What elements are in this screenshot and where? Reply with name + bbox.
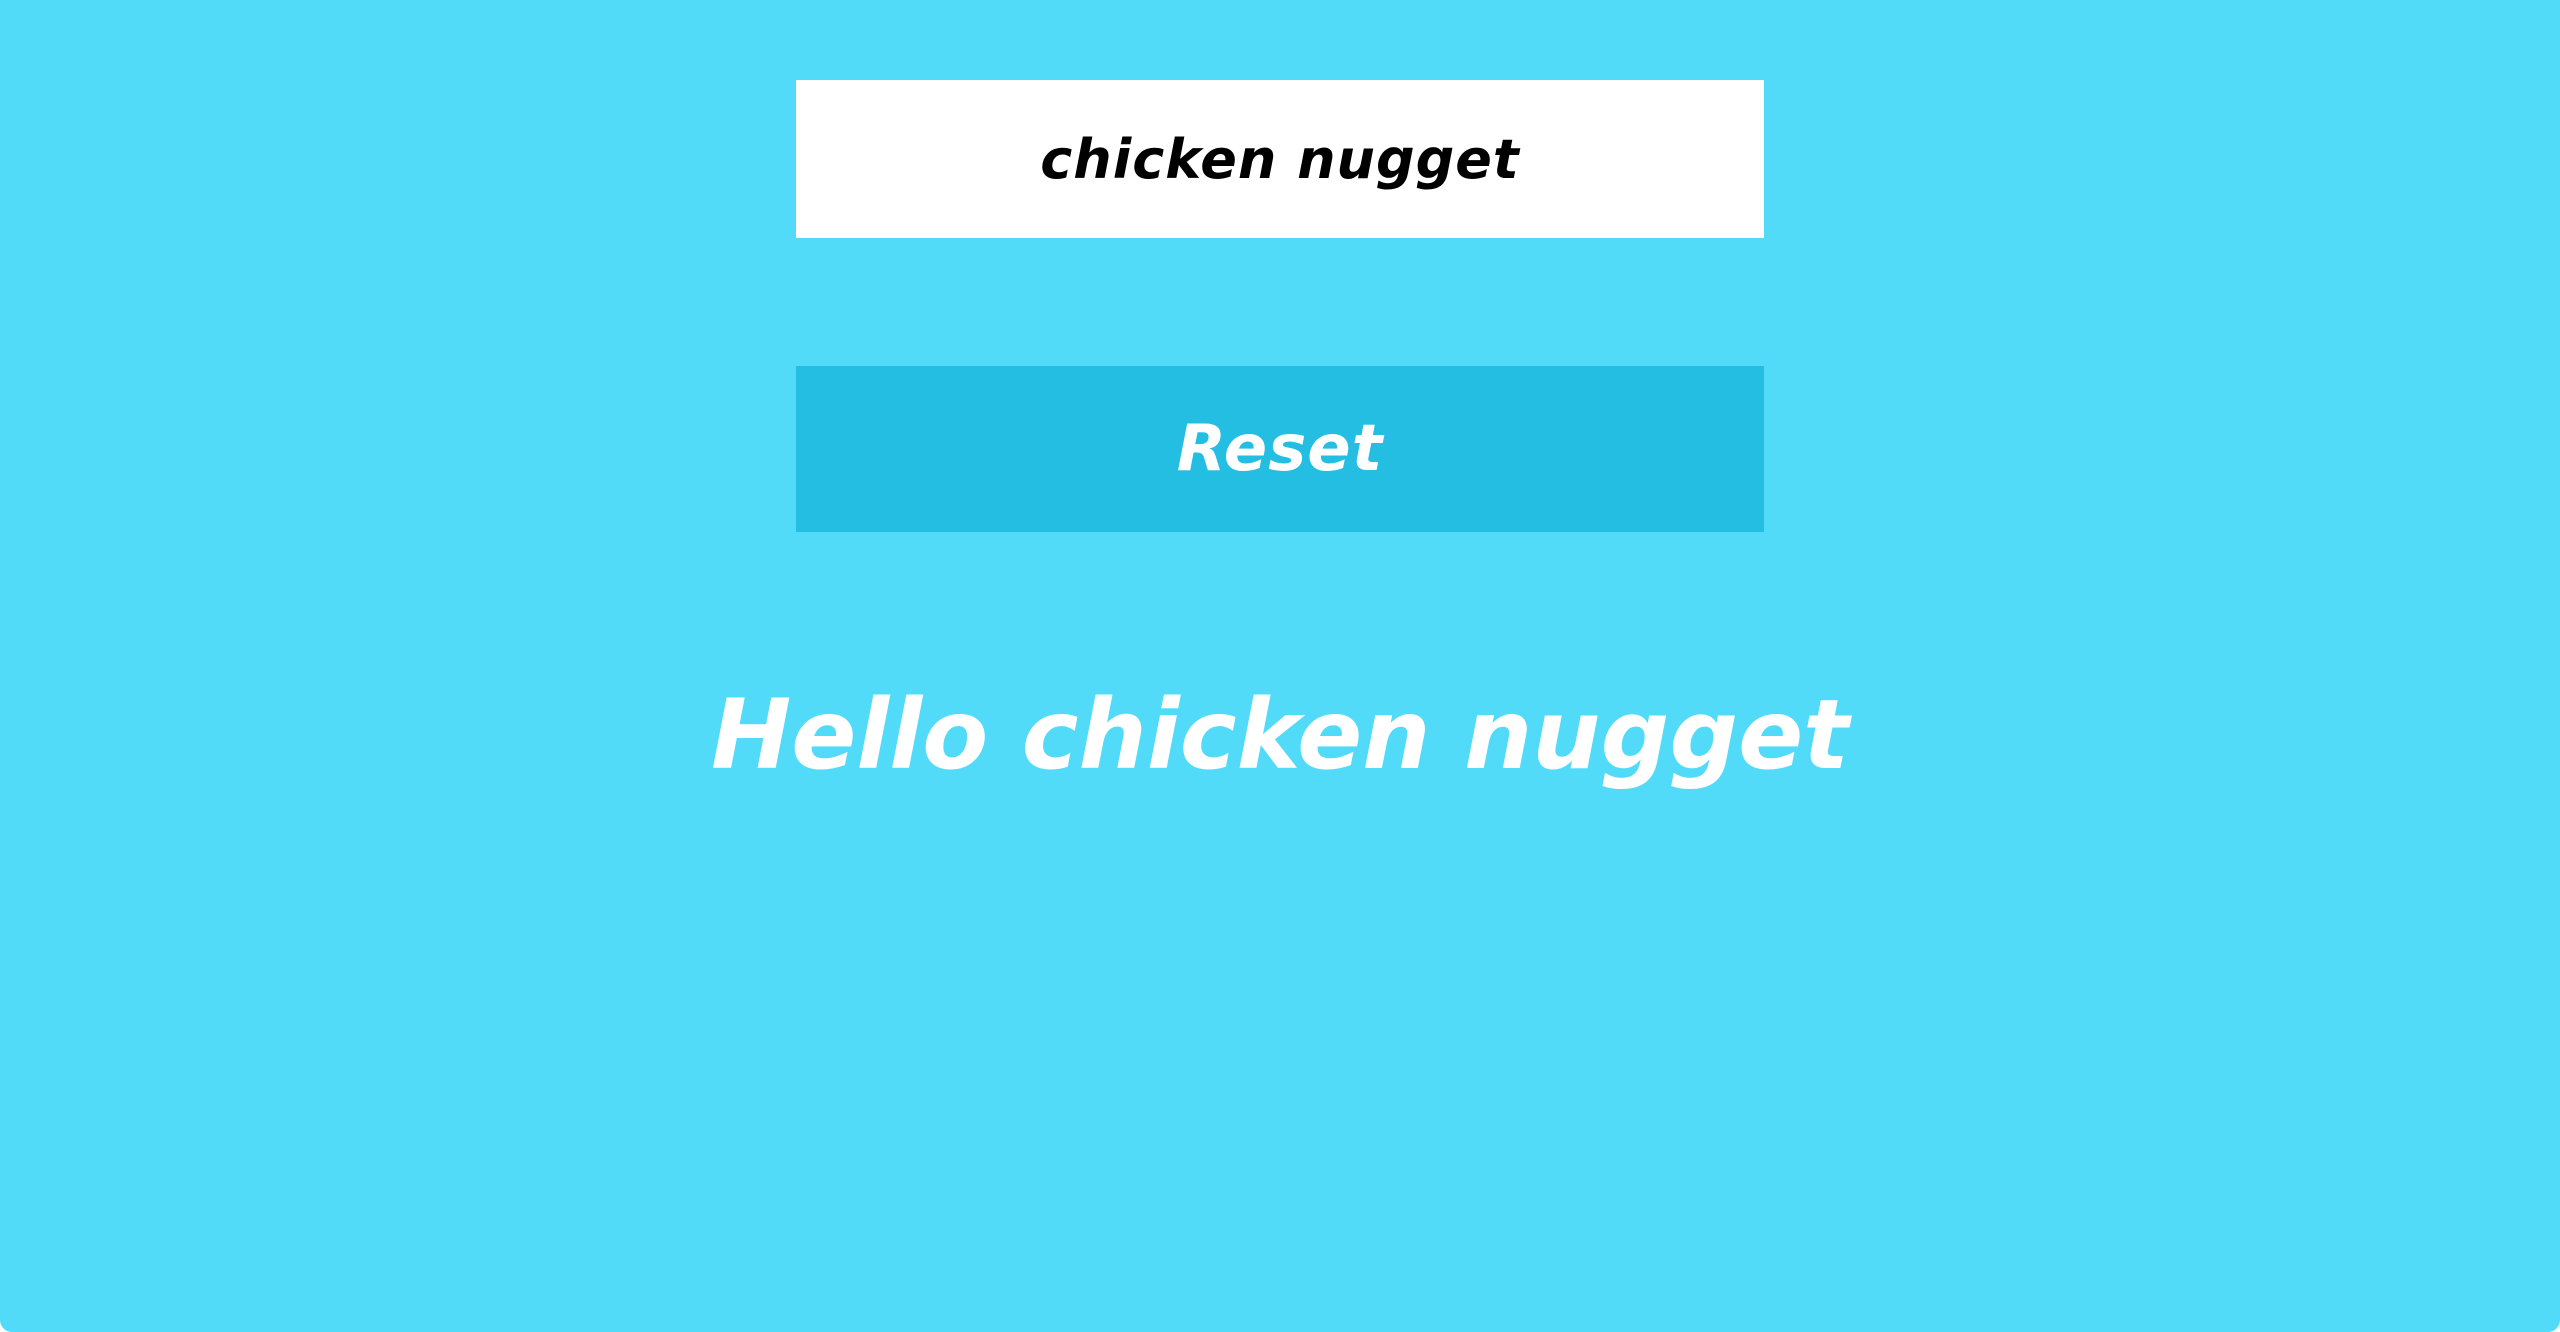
- reset-button[interactable]: Reset: [796, 366, 1764, 532]
- greeting-text: Hello chicken nugget: [710, 679, 1850, 791]
- app-container: Reset Hello chicken nugget: [0, 0, 2560, 1332]
- name-input[interactable]: [796, 80, 1764, 238]
